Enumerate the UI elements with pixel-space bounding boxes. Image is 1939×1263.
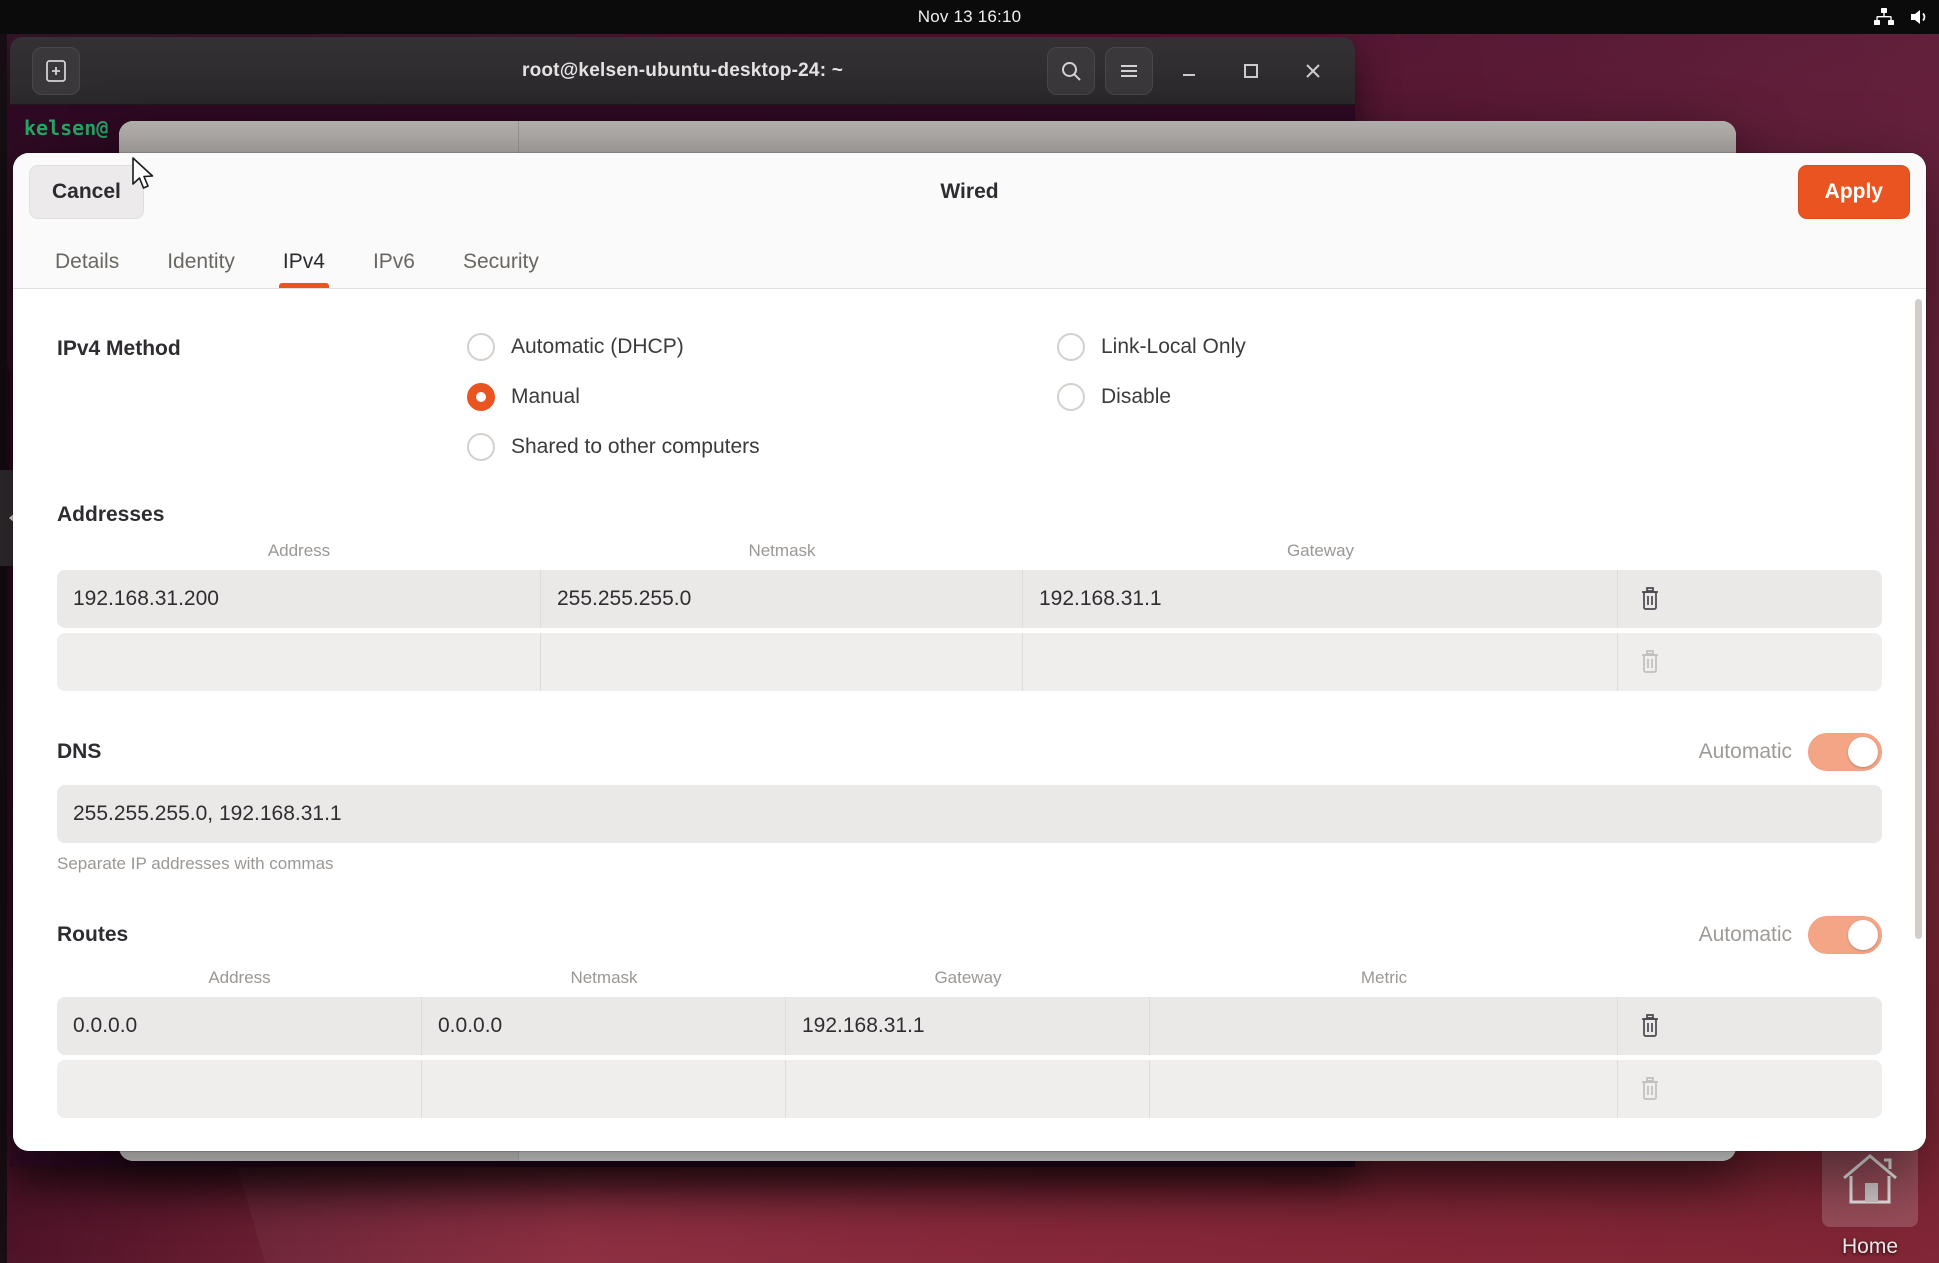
radio-shared-mark: [467, 433, 495, 461]
routes-col-address: Address: [208, 968, 271, 987]
clock[interactable]: Nov 13 16:10: [918, 7, 1022, 27]
routes-automatic-switch[interactable]: [1808, 916, 1882, 954]
dialog-header: Cancel Wired Apply: [13, 153, 1926, 231]
trash-icon[interactable]: [1618, 570, 1682, 628]
radio-disable[interactable]: Disable: [1057, 383, 1246, 411]
address-cell-netmask[interactable]: 255.255.255.0: [541, 570, 1023, 628]
route-cell-netmask[interactable]: [422, 1060, 786, 1118]
system-top-bar[interactable]: Nov 13 16:10: [0, 0, 1939, 34]
routes-col-netmask: Netmask: [570, 968, 638, 987]
tab-ipv6[interactable]: IPv6: [353, 250, 435, 288]
routes-col-metric: Metric: [1360, 968, 1408, 987]
radio-shared-label: Shared to other computers: [511, 435, 760, 458]
terminal-window-controls[interactable]: [1047, 46, 1339, 95]
radio-disable-mark: [1057, 383, 1085, 411]
radio-automatic-dhcp-mark: [467, 333, 495, 361]
trash-icon[interactable]: [1618, 633, 1682, 691]
route-cell-address[interactable]: [57, 1060, 422, 1118]
routes-col-gateway: Gateway: [934, 968, 1002, 987]
routes-automatic-label: Automatic: [1698, 923, 1792, 946]
radio-manual-label: Manual: [511, 385, 580, 408]
addresses-header: Addresses: [57, 503, 1882, 527]
terminal-titlebar[interactable]: root@kelsen-ubuntu-desktop-24: ~: [10, 37, 1355, 105]
desktop-icon-home-label: Home: [1841, 1235, 1899, 1258]
terminal-prompt: kelsen@: [24, 116, 109, 140]
volume-icon[interactable]: [1909, 7, 1931, 27]
route-cell-address[interactable]: 0.0.0.0: [57, 997, 422, 1055]
route-cell-gateway[interactable]: [786, 1060, 1150, 1118]
dialog-tabs[interactable]: Details Identity IPv4 IPv6 Security: [13, 231, 1926, 289]
table-row[interactable]: 192.168.31.200 255.255.255.0 192.168.31.…: [57, 570, 1882, 628]
radio-automatic-dhcp[interactable]: Automatic (DHCP): [467, 333, 1057, 361]
address-cell-address[interactable]: 192.168.31.200: [57, 570, 541, 628]
address-cell-gateway[interactable]: 192.168.31.1: [1023, 570, 1618, 628]
tab-security[interactable]: Security: [443, 250, 559, 288]
addresses-column-headers: Address Netmask Gateway: [57, 541, 1882, 570]
table-row[interactable]: 0.0.0.0 0.0.0.0 192.168.31.1: [57, 997, 1882, 1055]
dns-servers-input[interactable]: [57, 785, 1882, 843]
radio-manual-mark: [467, 383, 495, 411]
route-cell-metric[interactable]: [1150, 997, 1618, 1055]
dns-automatic-switch[interactable]: [1808, 733, 1882, 771]
dialog-scroll-area[interactable]: IPv4 Method Automatic (DHCP) Manual Shar…: [13, 289, 1926, 1151]
apply-button[interactable]: Apply: [1797, 165, 1910, 219]
radio-link-local-only[interactable]: Link-Local Only: [1057, 333, 1246, 361]
dns-hint: Separate IP addresses with commas: [57, 854, 334, 873]
close-icon[interactable]: [1287, 47, 1339, 95]
dialog-title: Wired: [940, 180, 999, 203]
dns-section: DNS Automatic Separate IP addresses with…: [57, 733, 1882, 874]
wired-network-icon[interactable]: [1873, 7, 1895, 27]
new-tab-icon[interactable]: [32, 46, 80, 95]
routes-column-headers: Address Netmask Gateway Metric: [57, 968, 1882, 997]
trash-icon[interactable]: [1618, 1060, 1682, 1118]
ipv4-method-options-left: Automatic (DHCP) Manual Shared to other …: [467, 333, 1057, 461]
dns-title: DNS: [57, 740, 102, 763]
radio-automatic-dhcp-label: Automatic (DHCP): [511, 335, 684, 358]
radio-shared-to-other-computers[interactable]: Shared to other computers: [467, 433, 1057, 461]
address-cell-netmask[interactable]: [541, 633, 1023, 691]
dns-header: DNS Automatic: [57, 733, 1882, 771]
tab-ipv4[interactable]: IPv4: [263, 250, 345, 288]
routes-title: Routes: [57, 923, 129, 946]
route-cell-gateway[interactable]: 192.168.31.1: [786, 997, 1150, 1055]
radio-link-local-label: Link-Local Only: [1101, 335, 1246, 358]
dock-edge-strip: [0, 0, 7, 1263]
route-cell-netmask[interactable]: 0.0.0.0: [422, 997, 786, 1055]
radio-manual[interactable]: Manual: [467, 383, 1057, 411]
route-cell-metric[interactable]: [1150, 1060, 1618, 1118]
dns-automatic-label: Automatic: [1698, 740, 1792, 763]
routes-header: Routes Automatic: [57, 916, 1882, 954]
minimize-icon[interactable]: [1163, 47, 1215, 95]
ipv4-method-section: IPv4 Method Automatic (DHCP) Manual Shar…: [57, 333, 1882, 461]
maximize-icon[interactable]: [1225, 47, 1277, 95]
system-tray[interactable]: [1873, 0, 1931, 34]
radio-disable-label: Disable: [1101, 385, 1172, 408]
radio-link-local-mark: [1057, 333, 1085, 361]
table-row[interactable]: [57, 633, 1882, 691]
wired-connection-dialog[interactable]: Cancel Wired Apply Details Identity IPv4…: [13, 153, 1926, 1151]
addresses-title: Addresses: [57, 503, 165, 526]
ipv4-method-label: IPv4 Method: [57, 337, 181, 360]
address-cell-address[interactable]: [57, 633, 541, 691]
trash-icon[interactable]: [1618, 997, 1682, 1055]
dns-automatic-toggle-group[interactable]: Automatic: [1699, 733, 1882, 771]
ipv4-method-options-right: Link-Local Only Disable: [1057, 333, 1246, 461]
table-row[interactable]: [57, 1060, 1882, 1118]
addresses-col-address: Address: [267, 541, 331, 560]
addresses-col-netmask: Netmask: [748, 541, 816, 560]
search-icon[interactable]: [1047, 46, 1095, 95]
routes-automatic-toggle-group[interactable]: Automatic: [1699, 916, 1882, 954]
addresses-col-gateway: Gateway: [1286, 541, 1355, 560]
cancel-button[interactable]: Cancel: [29, 165, 144, 219]
addresses-section: Addresses Address Netmask Gateway 192.16…: [57, 503, 1882, 691]
tab-details[interactable]: Details: [35, 250, 139, 288]
tab-identity[interactable]: Identity: [147, 250, 255, 288]
address-cell-gateway[interactable]: [1023, 633, 1618, 691]
routes-section: Routes Automatic Address Netmask Gateway…: [57, 916, 1882, 1118]
vertical-scrollbar[interactable]: [1915, 299, 1922, 939]
hamburger-menu-icon[interactable]: [1105, 46, 1153, 95]
